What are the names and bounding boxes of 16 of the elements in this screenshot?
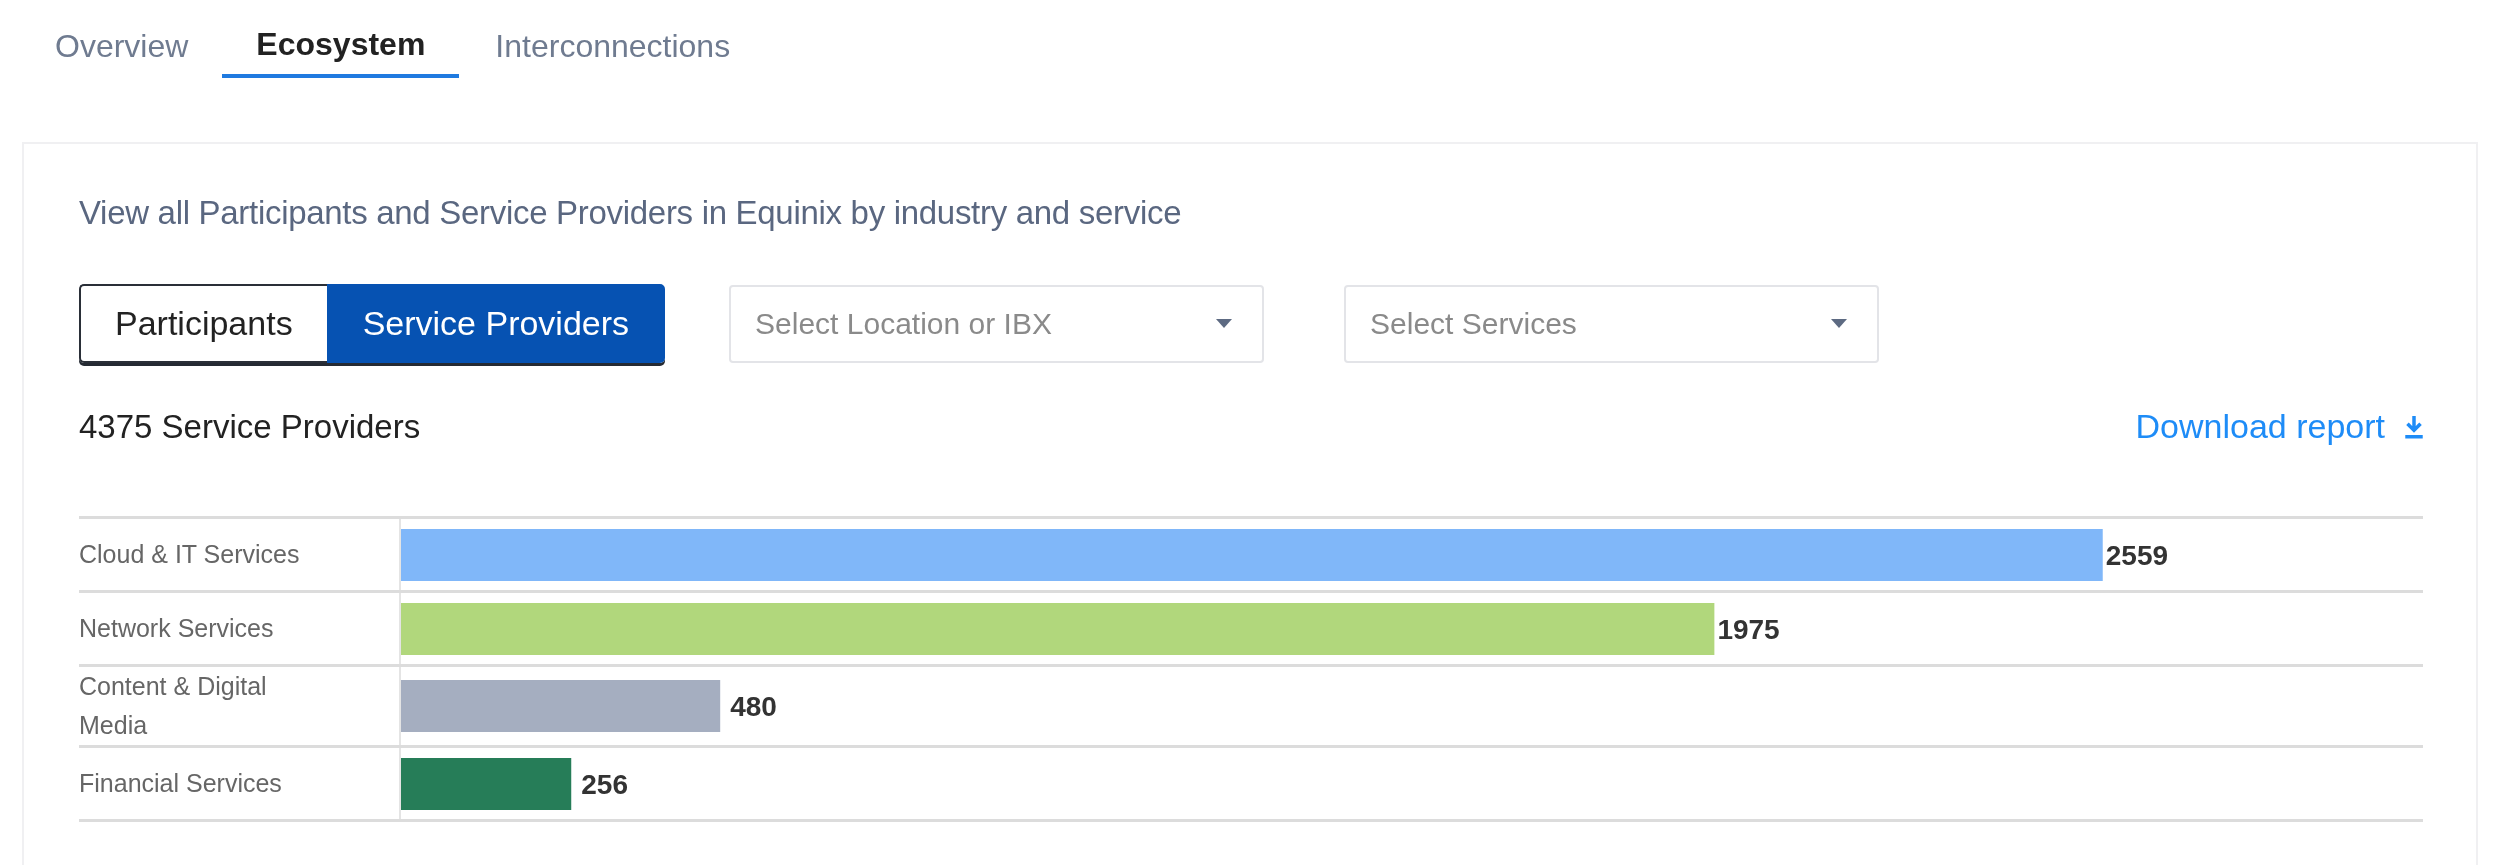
caret-icon: [1216, 318, 1233, 329]
tab[interactable]: Ecosystem: [222, 18, 460, 78]
tab[interactable]: Overview: [55, 18, 189, 80]
value-label: 2559: [2105, 539, 2169, 571]
value-label: 1975: [1717, 613, 1780, 645]
toggle-button[interactable]: Participants: [79, 284, 327, 363]
count-title: 4375 Service Providers: [79, 407, 421, 446]
description-text: View all Participants and Service Providers in Equinix by industry and service: [79, 194, 1183, 232]
download-icon: [2403, 414, 2425, 439]
toggle-button[interactable]: Service Providers: [326, 284, 666, 363]
select-field[interactable]: Select Services: [1344, 284, 1880, 363]
tab[interactable]: Interconnections: [495, 18, 731, 80]
select-field[interactable]: Select Location or IBX: [729, 284, 1265, 363]
caret-icon: [1831, 318, 1848, 329]
value-label: 256: [581, 768, 628, 800]
value-label: 480: [730, 691, 777, 723]
